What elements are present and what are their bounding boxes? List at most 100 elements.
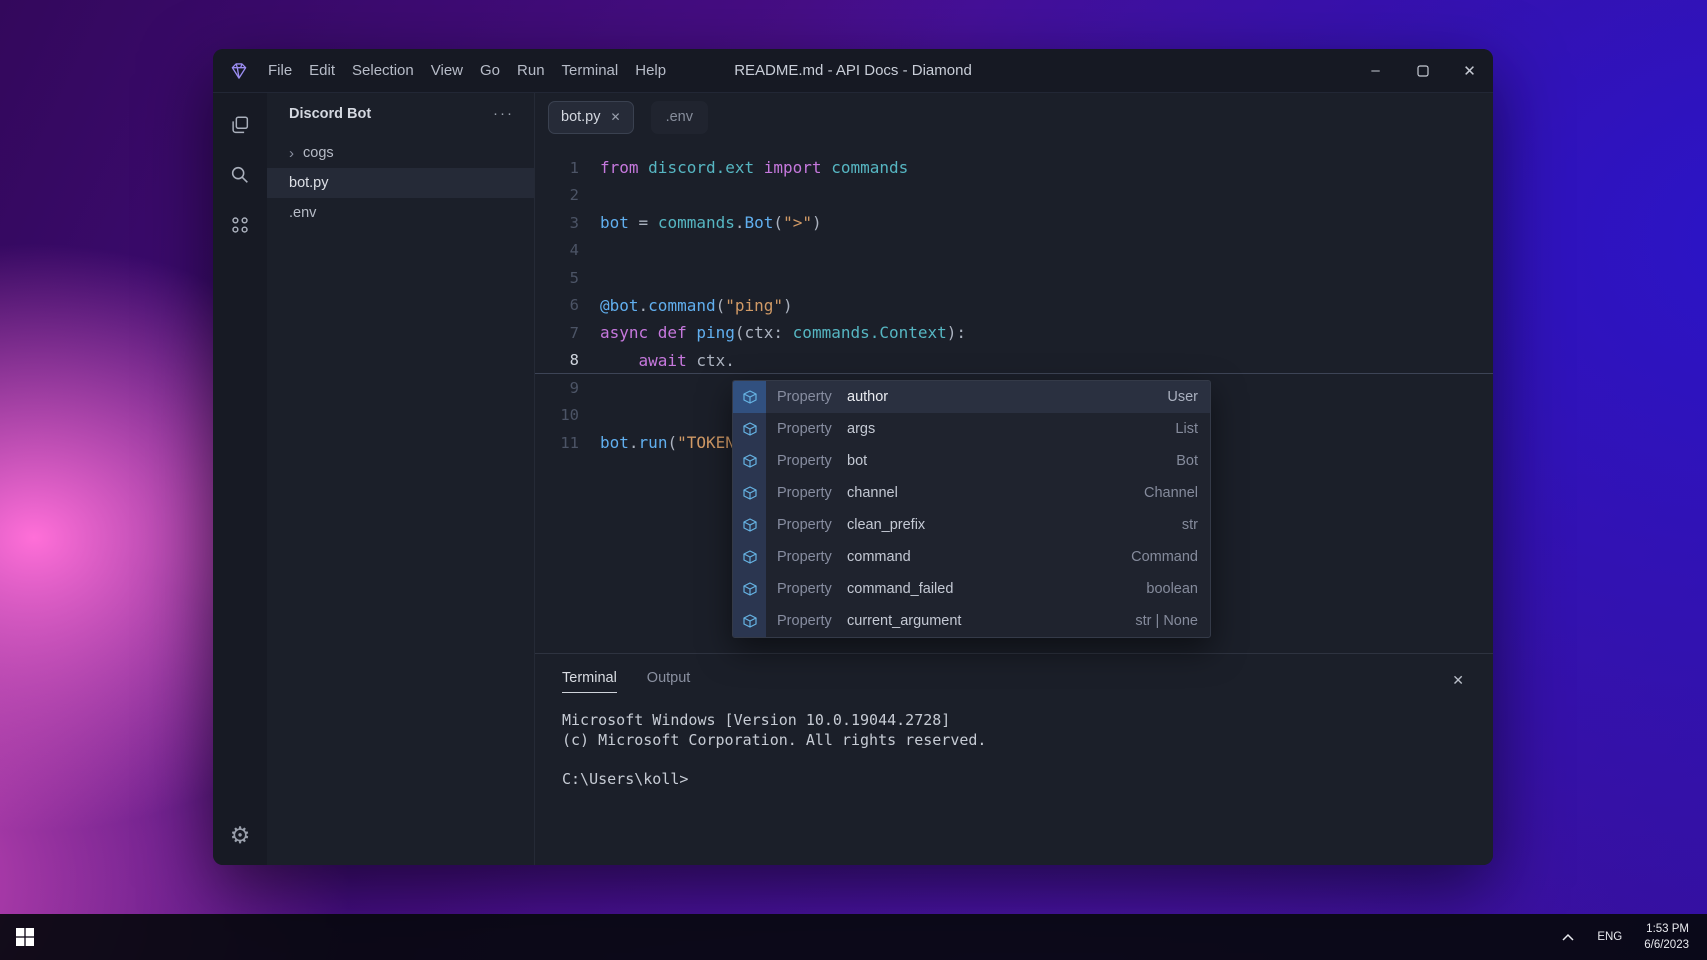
editor-tabbar: bot.py ✕ .env <box>535 93 1493 141</box>
close-button[interactable]: ✕ <box>1446 49 1493 92</box>
suggest-widget: Property author User Property args List Proper… <box>732 380 1211 638</box>
terminal-panel: Terminal Output ✕ Microsoft Windows [Ver… <box>535 653 1493 865</box>
minimize-button[interactable]: – <box>1352 49 1399 92</box>
menu-item-terminal[interactable]: Terminal <box>561 60 620 81</box>
line-number: 7 <box>569 323 579 342</box>
code-line-3[interactable]: 3 bot = commands.Bot(">") <box>535 209 1493 237</box>
tree-item-cogs[interactable]: › cogs <box>267 138 534 168</box>
code-text: async def ping(ctx: commands.Context): <box>600 323 967 343</box>
terminal-close-icon[interactable]: ✕ <box>1452 672 1464 689</box>
maximize-button[interactable] <box>1399 49 1446 92</box>
tab-label: .env <box>665 109 693 125</box>
tree-item-label: .env <box>289 205 317 221</box>
suggestion-name: author <box>847 389 889 405</box>
suggestion-type: boolean <box>1146 581 1198 597</box>
property-cube-icon <box>733 413 766 445</box>
menu-item-edit[interactable]: Edit <box>308 60 336 81</box>
tab-env[interactable]: .env <box>650 100 708 134</box>
windows-start-icon[interactable] <box>16 928 34 946</box>
code-text: @bot.command("ping") <box>600 295 793 315</box>
line-number: 2 <box>569 186 579 205</box>
file-tree: › cogs bot.py .env <box>267 138 534 228</box>
menubar: File Edit Selection View Go Run Terminal Help <box>267 60 667 81</box>
close-icon: ✕ <box>1463 62 1476 80</box>
suggestion-name: args <box>847 421 876 437</box>
suggestion-args[interactable]: Property args List <box>733 413 1210 445</box>
code-line-4[interactable]: 4 <box>535 237 1493 265</box>
suggestion-type: List <box>1175 421 1198 437</box>
taskbar: ENG 1:53 PM 6/6/2023 <box>0 914 1707 960</box>
code-line-5[interactable]: 5 <box>535 264 1493 292</box>
suggestion-name: bot <box>847 453 868 469</box>
clock[interactable]: 1:53 PM 6/6/2023 <box>1644 921 1689 953</box>
suggestion-type: Command <box>1131 549 1198 565</box>
suggestion-kind: Property <box>777 453 832 469</box>
tab-label: bot.py <box>561 109 601 125</box>
clock-time: 1:53 PM <box>1646 922 1689 935</box>
suggestion-name: channel <box>847 485 898 501</box>
menu-item-view[interactable]: View <box>430 60 464 81</box>
explorer-sidebar: Discord Bot ··· › cogs bot.py .env <box>267 93 535 865</box>
suggestion-command_failed[interactable]: Property command_failed boolean <box>733 573 1210 605</box>
suggestion-clean_prefix[interactable]: Property clean_prefix str <box>733 509 1210 541</box>
line-number: 10 <box>560 406 579 425</box>
suggestion-kind: Property <box>777 421 832 437</box>
code-line-7[interactable]: 7 async def ping(ctx: commands.Context): <box>535 319 1493 347</box>
suggestion-kind: Property <box>777 485 832 501</box>
tab-bot-py[interactable]: bot.py ✕ <box>548 100 634 134</box>
tree-item-env[interactable]: .env <box>267 198 534 228</box>
menu-item-run[interactable]: Run <box>516 60 546 81</box>
line-number: 8 <box>569 351 579 370</box>
code-line-6[interactable]: 6 @bot.command("ping") <box>535 292 1493 320</box>
language-indicator[interactable]: ENG <box>1597 931 1622 943</box>
line-number: 5 <box>569 268 579 287</box>
suggestion-bot[interactable]: Property bot Bot <box>733 445 1210 477</box>
terminal-line: C:\Users\koll> <box>562 769 689 788</box>
terminal-line: (c) Microsoft Corporation. All rights re… <box>562 730 987 749</box>
tab-output[interactable]: Output <box>647 670 691 693</box>
code-line-2[interactable]: 2 <box>535 182 1493 210</box>
suggestion-kind: Property <box>777 613 832 629</box>
more-actions-icon[interactable]: ··· <box>493 105 514 122</box>
suggestion-author[interactable]: Property author User <box>733 381 1210 413</box>
settings-gear-icon[interactable]: ⚙ <box>230 824 251 847</box>
menu-item-selection[interactable]: Selection <box>351 60 415 81</box>
line-number: 4 <box>569 241 579 260</box>
suggestion-command[interactable]: Property command Command <box>733 541 1210 573</box>
suggestion-channel[interactable]: Property channel Channel <box>733 477 1210 509</box>
code-text: from discord.ext import commands <box>600 158 909 178</box>
code-line-8[interactable]: 8 await ctx. <box>535 347 1493 375</box>
line-number: 6 <box>569 296 579 315</box>
tab-close-icon[interactable]: ✕ <box>611 110 621 124</box>
suggestion-kind: Property <box>777 581 832 597</box>
suggestion-kind: Property <box>777 549 832 565</box>
hidden-icons-chevron[interactable] <box>1561 933 1575 942</box>
code-line-1[interactable]: 1 from discord.ext import commands <box>535 154 1493 182</box>
line-number: 3 <box>569 213 579 232</box>
tree-item-label: cogs <box>303 145 334 161</box>
suggestion-kind: Property <box>777 389 832 405</box>
property-cube-icon <box>733 605 766 637</box>
suggestion-name: command <box>847 549 911 565</box>
line-number: 1 <box>569 158 579 177</box>
tree-item-bot-py[interactable]: bot.py <box>267 168 534 198</box>
property-cube-icon <box>733 541 766 573</box>
menu-item-help[interactable]: Help <box>634 60 667 81</box>
menu-item-go[interactable]: Go <box>479 60 501 81</box>
terminal-line: Microsoft Windows [Version 10.0.19044.27… <box>562 711 951 729</box>
menu-item-file[interactable]: File <box>267 60 293 81</box>
suggestion-name: current_argument <box>847 613 962 629</box>
search-icon[interactable] <box>228 163 252 187</box>
tab-terminal[interactable]: Terminal <box>562 670 617 693</box>
extensions-icon[interactable] <box>228 213 252 237</box>
tree-item-label: bot.py <box>289 175 329 191</box>
suggestion-type: Channel <box>1143 485 1198 501</box>
files-icon[interactable] <box>228 113 252 137</box>
code-text: bot.run("TOKEN <box>600 433 735 453</box>
terminal-output: Microsoft Windows [Version 10.0.19044.27… <box>562 711 1493 789</box>
suggestion-type: Bot <box>1176 453 1198 469</box>
suggestion-current_argument[interactable]: Property current_argument str | None <box>733 605 1210 637</box>
property-cube-icon <box>733 445 766 477</box>
suggestion-type: User <box>1167 389 1198 405</box>
minimize-icon: – <box>1371 62 1380 79</box>
